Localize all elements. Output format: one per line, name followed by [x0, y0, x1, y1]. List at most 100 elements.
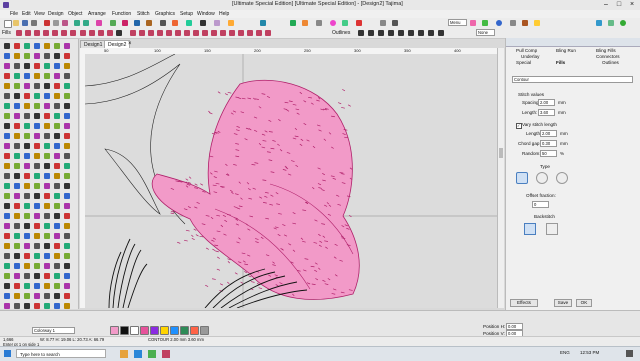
outline-zigzag-icon[interactable] — [428, 30, 434, 36]
knife-tool-icon[interactable] — [44, 273, 50, 279]
join-tool-icon[interactable] — [64, 193, 70, 199]
node-tool-icon[interactable] — [24, 43, 30, 49]
fill-satin-icon[interactable] — [16, 30, 22, 36]
knife-tool-icon[interactable] — [14, 63, 20, 69]
menu-stitch[interactable]: Stitch — [137, 11, 150, 17]
select-tool-icon[interactable] — [14, 113, 20, 119]
rotate-tool-icon[interactable] — [64, 283, 70, 289]
knife-tool-icon[interactable] — [24, 53, 30, 59]
break-tool-icon[interactable] — [4, 163, 10, 169]
tab-bling-run[interactable]: Bling Run — [556, 48, 576, 53]
text-icon[interactable] — [200, 20, 206, 26]
cut-icon[interactable] — [44, 20, 50, 26]
select-tool-icon[interactable] — [4, 283, 10, 289]
rotate-tool-icon[interactable] — [44, 223, 50, 229]
break-tool-icon[interactable] — [54, 273, 60, 279]
backstitch-1-button[interactable] — [524, 223, 536, 235]
tab-close-icon[interactable]: × — [128, 41, 132, 47]
node-tool-icon[interactable] — [34, 113, 40, 119]
break-tool-icon[interactable] — [34, 293, 40, 299]
knife-tool-icon[interactable] — [54, 103, 60, 109]
rotate-tool-icon[interactable] — [24, 163, 30, 169]
knife-tool-icon[interactable] — [4, 153, 10, 159]
join-tool-icon[interactable] — [14, 83, 20, 89]
outline-motif-icon[interactable] — [398, 30, 404, 36]
break-tool-icon[interactable] — [64, 103, 70, 109]
rotate-tool-icon[interactable] — [24, 83, 30, 89]
shape-icon[interactable] — [172, 20, 178, 26]
copy-icon[interactable] — [53, 20, 59, 26]
fill-knit-icon[interactable] — [175, 30, 181, 36]
fill-square-icon[interactable] — [265, 30, 271, 36]
node-tool-icon[interactable] — [4, 303, 10, 309]
scale-tool-icon[interactable] — [44, 153, 50, 159]
break-tool-icon[interactable] — [64, 183, 70, 189]
join-tool-icon[interactable] — [4, 93, 10, 99]
shirt-icon[interactable] — [290, 20, 296, 26]
info-icon[interactable] — [496, 20, 502, 26]
node-tool-icon[interactable] — [14, 133, 20, 139]
taskbar-language[interactable]: ENG — [560, 350, 570, 355]
join-tool-icon[interactable] — [54, 123, 60, 129]
scale-tool-icon[interactable] — [34, 243, 40, 249]
select-tool-icon[interactable] — [34, 173, 40, 179]
outline-triple-icon[interactable] — [368, 30, 374, 36]
hoop-icon[interactable] — [316, 20, 322, 26]
design-canvas[interactable] — [85, 54, 497, 308]
node-tool-icon[interactable] — [4, 143, 10, 149]
scale-tool-icon[interactable] — [34, 163, 40, 169]
tab-pull-comp[interactable]: Pull Comp — [516, 48, 537, 53]
fill-blackwork-icon[interactable] — [116, 30, 122, 36]
menu-arrange[interactable]: Arrange — [88, 11, 106, 17]
embroidery-design[interactable] — [85, 54, 497, 308]
color-swatch[interactable] — [200, 326, 209, 335]
fill-curve-icon[interactable] — [238, 30, 244, 36]
node-tool-icon[interactable] — [34, 273, 40, 279]
scroll-thumb[interactable] — [499, 148, 503, 158]
offset-fraction-field[interactable]: 0 — [532, 201, 549, 208]
scale-tool-icon[interactable] — [54, 223, 60, 229]
node-tool-icon[interactable] — [64, 83, 70, 89]
reshape-tool-icon[interactable] — [34, 263, 40, 269]
mirror-icon[interactable] — [146, 20, 152, 26]
scale-tool-icon[interactable] — [64, 213, 70, 219]
scale-tool-icon[interactable] — [4, 113, 10, 119]
select-tool-icon[interactable] — [44, 163, 50, 169]
rotate-tool-icon[interactable] — [64, 123, 70, 129]
reshape-tool-icon[interactable] — [14, 283, 20, 289]
break-tool-icon[interactable] — [44, 43, 50, 49]
rotate-tool-icon[interactable] — [4, 103, 10, 109]
reshape-tool-icon[interactable] — [4, 293, 10, 299]
break-tool-icon[interactable] — [14, 233, 20, 239]
select-tool-icon[interactable] — [44, 83, 50, 89]
color-swatch[interactable] — [180, 326, 189, 335]
break-tool-icon[interactable] — [44, 283, 50, 289]
check-icon[interactable] — [482, 20, 488, 26]
reshape-tool-icon[interactable] — [44, 253, 50, 259]
select-tool-icon[interactable] — [44, 243, 50, 249]
fill-scroll-icon[interactable] — [211, 30, 217, 36]
knife-tool-icon[interactable] — [14, 223, 20, 229]
hand-icon[interactable] — [380, 20, 386, 26]
rotate-tool-icon[interactable] — [54, 213, 60, 219]
reshape-tool-icon[interactable] — [4, 133, 10, 139]
scale-tool-icon[interactable] — [14, 263, 20, 269]
rotate-tool-icon[interactable] — [44, 63, 50, 69]
reshape-tool-icon[interactable] — [24, 113, 30, 119]
reshape-tool-icon[interactable] — [14, 43, 20, 49]
taskbar-search[interactable]: Type here to search — [16, 349, 106, 358]
reshape-tool-icon[interactable] — [64, 73, 70, 79]
contour-type-3-button[interactable] — [556, 172, 568, 184]
break-tool-icon[interactable] — [54, 193, 60, 199]
fill-chenille-icon[interactable] — [148, 30, 154, 36]
break-tool-icon[interactable] — [24, 223, 30, 229]
reshape-tool-icon[interactable] — [34, 103, 40, 109]
contour-type-1-button[interactable] — [516, 172, 528, 184]
fabric-icon[interactable] — [302, 20, 308, 26]
outline-bean-icon[interactable] — [388, 30, 394, 36]
join-tool-icon[interactable] — [64, 273, 70, 279]
start-icon[interactable] — [4, 350, 11, 357]
fill-hatch-icon[interactable] — [247, 30, 253, 36]
scale-tool-icon[interactable] — [14, 183, 20, 189]
scale-tool-icon[interactable] — [24, 93, 30, 99]
